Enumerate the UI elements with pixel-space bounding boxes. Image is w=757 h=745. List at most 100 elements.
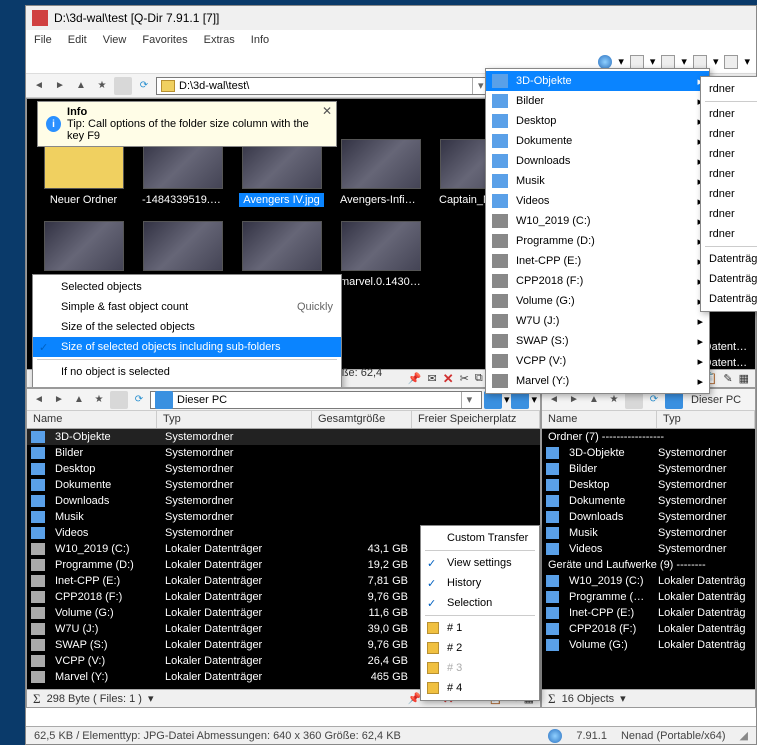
list-item[interactable]: DownloadsSystemordner bbox=[27, 493, 540, 509]
cut-icon[interactable]: ✂ bbox=[460, 372, 469, 385]
thumbnail[interactable]: Avengers IV.jpg bbox=[239, 139, 324, 207]
submenu-item[interactable]: rdner bbox=[701, 224, 757, 244]
menu-favorites[interactable]: Favorites bbox=[142, 34, 187, 46]
nav-up-icon[interactable]: ▲ bbox=[72, 77, 90, 95]
list-item[interactable]: MusikSystemordner bbox=[27, 509, 540, 525]
menu-item[interactable]: If no object is selected bbox=[33, 362, 341, 382]
list-item[interactable]: DokumenteSystemordner bbox=[542, 493, 755, 509]
fav-item[interactable]: Programme (D:)▸ bbox=[486, 231, 709, 251]
pin-icon[interactable]: 📌 bbox=[408, 372, 422, 385]
menu-item[interactable]: ✓Selection bbox=[421, 593, 539, 613]
col-size[interactable]: Gesamtgröße bbox=[312, 411, 412, 428]
list-item[interactable]: MusikSystemordner bbox=[542, 525, 755, 541]
list-item[interactable]: DokumenteSystemordner bbox=[27, 477, 540, 493]
edit-icon[interactable]: ✎ bbox=[723, 372, 732, 385]
fav-item[interactable]: VCPP (V:)▸ bbox=[486, 351, 709, 371]
list-item[interactable]: DesktopSystemordner bbox=[542, 477, 755, 493]
fav-item[interactable]: Dokumente▸ bbox=[486, 131, 709, 151]
list-item[interactable]: W10_2019 (C:)Lokaler Datenträg bbox=[542, 573, 755, 589]
submenu-item[interactable]: rdner bbox=[701, 204, 757, 224]
globe-icon[interactable] bbox=[598, 55, 612, 69]
list-item[interactable]: DownloadsSystemordner bbox=[542, 509, 755, 525]
fav-item[interactable]: Bilder▸ bbox=[486, 91, 709, 111]
menu-item[interactable]: # 2 bbox=[421, 638, 539, 658]
menu-item[interactable]: # 4 bbox=[421, 678, 539, 698]
back-icon[interactable]: ◄ bbox=[30, 391, 48, 409]
fav-item[interactable]: Musik▸ bbox=[486, 171, 709, 191]
copy-icon[interactable]: ⧉ bbox=[475, 372, 483, 385]
pane3-address[interactable]: Dieser PC ▾ bbox=[150, 391, 482, 409]
mail-icon[interactable]: ✉ bbox=[427, 372, 436, 385]
submenu-item[interactable]: Datenträg bbox=[701, 289, 757, 309]
star-icon[interactable]: ★ bbox=[93, 77, 111, 95]
delete-icon[interactable]: ✕ bbox=[443, 371, 454, 387]
menu-info[interactable]: Info bbox=[251, 34, 269, 46]
fav-item[interactable]: SWAP (S:)▸ bbox=[486, 331, 709, 351]
col-free[interactable]: Freier Speicherplatz bbox=[412, 411, 540, 428]
menu-item[interactable]: Simple & fast object countQuickly bbox=[33, 297, 341, 317]
submenu-item[interactable]: Datenträg bbox=[701, 249, 757, 269]
menu-item[interactable]: Selected objects bbox=[33, 277, 341, 297]
menu-file[interactable]: File bbox=[34, 34, 52, 46]
menu-item[interactable]: ✓Size of selected objects including sub-… bbox=[33, 337, 341, 357]
list-item[interactable]: Volume (G:)Lokaler Datenträg bbox=[542, 637, 755, 653]
layout-icon-1[interactable] bbox=[630, 55, 644, 69]
menu-edit[interactable]: Edit bbox=[68, 34, 87, 46]
menu-item[interactable]: Size of the selected objects bbox=[33, 317, 341, 337]
list-item[interactable]: DesktopSystemordner bbox=[27, 461, 540, 477]
star-icon[interactable]: ★ bbox=[90, 391, 108, 409]
fav-item[interactable]: Volume (G:)▸ bbox=[486, 291, 709, 311]
fav-item[interactable]: 3D-Objekte▸ bbox=[486, 71, 709, 91]
col-name[interactable]: Name bbox=[27, 411, 157, 428]
submenu-item[interactable]: Datenträg bbox=[701, 269, 757, 289]
thumbnail[interactable]: marvel.0.14308327... bbox=[338, 221, 423, 289]
list-item[interactable]: BilderSystemordner bbox=[542, 461, 755, 477]
submenu-item[interactable]: rdner bbox=[701, 164, 757, 184]
submenu-item[interactable]: rdner bbox=[701, 144, 757, 164]
menu-view[interactable]: View bbox=[103, 34, 127, 46]
submenu-item[interactable]: rdner bbox=[701, 184, 757, 204]
list-item[interactable]: CPP2018 (F:)Lokaler Datenträg bbox=[542, 621, 755, 637]
layout-icon-2[interactable] bbox=[661, 55, 675, 69]
menu-extras[interactable]: Extras bbox=[204, 34, 235, 46]
fav-item[interactable]: Inet-CPP (E:)▸ bbox=[486, 251, 709, 271]
submenu-item[interactable]: rdner bbox=[701, 124, 757, 144]
fwd-icon[interactable]: ► bbox=[50, 391, 68, 409]
view-icon[interactable] bbox=[114, 77, 132, 95]
menu-item[interactable]: # 1 bbox=[421, 618, 539, 638]
nav-fwd-icon[interactable]: ► bbox=[51, 77, 69, 95]
fav-item[interactable]: W10_2019 (C:)▸ bbox=[486, 211, 709, 231]
list-item[interactable]: VideosSystemordner bbox=[542, 541, 755, 557]
up-icon[interactable]: ▲ bbox=[70, 391, 88, 409]
grid-toggle-icon[interactable]: ▦ bbox=[739, 372, 749, 385]
fav-item[interactable]: Marvel (Y:)▸ bbox=[486, 371, 709, 391]
menu-item[interactable]: Custom Transfer bbox=[421, 528, 539, 548]
col-typ[interactable]: Typ bbox=[157, 411, 312, 428]
sigma-icon[interactable]: Σ bbox=[33, 691, 41, 707]
layout-icon-4[interactable] bbox=[724, 55, 738, 69]
dropdown-icon[interactable]: ▾ bbox=[461, 392, 477, 408]
fav-item[interactable]: Desktop▸ bbox=[486, 111, 709, 131]
menu-item[interactable]: ✓History bbox=[421, 573, 539, 593]
thumbnail[interactable]: Avengers-Infinity-... bbox=[338, 139, 423, 207]
thumbnail[interactable]: Neuer Ordner bbox=[41, 139, 126, 207]
fav-item[interactable]: W7U (J:)▸ bbox=[486, 311, 709, 331]
list-item[interactable]: 3D-ObjekteSystemordner bbox=[27, 429, 540, 445]
submenu-item[interactable]: rdner bbox=[701, 79, 757, 99]
nav-back-icon[interactable]: ◄ bbox=[30, 77, 48, 95]
fav-item[interactable]: CPP2018 (F:)▸ bbox=[486, 271, 709, 291]
list-item[interactable]: 3D-ObjekteSystemordner bbox=[542, 445, 755, 461]
layout-icon-3[interactable] bbox=[693, 55, 707, 69]
fav-item[interactable]: Downloads▸ bbox=[486, 151, 709, 171]
col-typ[interactable]: Typ bbox=[657, 411, 755, 428]
list-item[interactable]: BilderSystemordner bbox=[27, 445, 540, 461]
refresh-icon[interactable]: ⟳ bbox=[135, 77, 153, 95]
view-icon[interactable] bbox=[110, 391, 128, 409]
fav-item[interactable]: Videos▸ bbox=[486, 191, 709, 211]
menu-item[interactable]: ✓View settings bbox=[421, 553, 539, 573]
list-item[interactable]: Programme (D:)Lokaler Datenträg bbox=[542, 589, 755, 605]
list-item[interactable]: Inet-CPP (E:)Lokaler Datenträg bbox=[542, 605, 755, 621]
submenu-item[interactable]: rdner bbox=[701, 104, 757, 124]
menu-item[interactable]: # 3 bbox=[421, 658, 539, 678]
col-name[interactable]: Name bbox=[542, 411, 657, 428]
